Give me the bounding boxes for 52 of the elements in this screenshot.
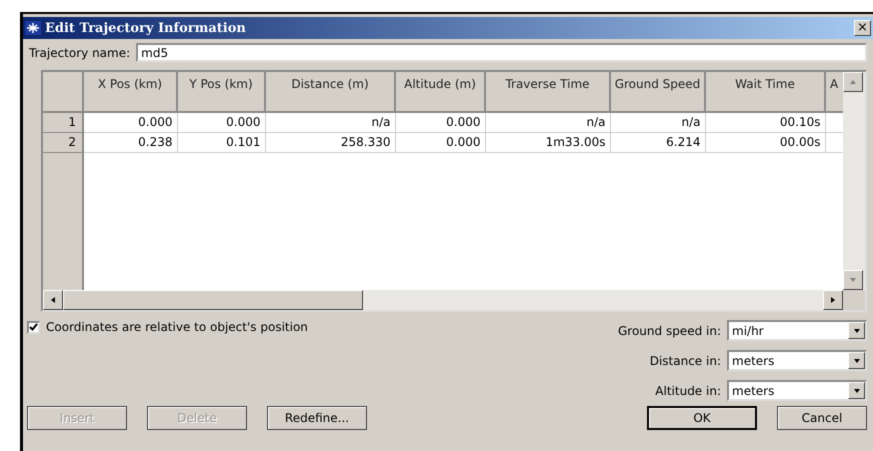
vertical-scrollbar[interactable] [843, 72, 865, 290]
table-cell: 0.101 [177, 132, 265, 152]
close-button[interactable]: × [854, 20, 871, 36]
column-header[interactable]: A [825, 72, 843, 112]
table-cell: 0.000 [395, 132, 485, 152]
unit-dropdown[interactable]: meters [727, 380, 867, 401]
redefine-button[interactable]: Redefine... [267, 406, 367, 430]
horizontal-scrollbar[interactable] [43, 290, 843, 310]
field-label: Trajectory name: [29, 46, 130, 60]
column-header[interactable]: Altitude (m) [395, 72, 485, 112]
checkbox-label: Coordinates are relative to object's position [46, 320, 308, 334]
table-cell: n/a [485, 112, 610, 132]
trajectory-name-field[interactable]: md5 [136, 43, 867, 62]
table-cell: n/a [610, 112, 705, 132]
dropdown-arrow-icon[interactable] [852, 326, 860, 334]
table-cell: 6.214 [610, 132, 705, 152]
scroll-left-icon[interactable] [49, 296, 57, 304]
column-header[interactable]: Distance (m) [265, 72, 395, 112]
scroll-down-icon[interactable] [849, 276, 857, 284]
app-icon [25, 21, 41, 35]
table-cell: 258.330 [265, 132, 395, 152]
column-header[interactable]: Y Pos (km) [177, 72, 265, 112]
table-cell: 00.00s [705, 132, 825, 152]
unit-label: Ground speed in: [618, 324, 721, 338]
scroll-right-icon[interactable] [829, 296, 837, 304]
window-title: Edit Trajectory Information [45, 20, 247, 36]
column-header[interactable]: Ground Speed [610, 72, 705, 112]
table-cell: 0.000 [177, 112, 265, 132]
table-cell: 0.000 [83, 112, 177, 132]
check-icon [29, 323, 38, 331]
scroll-up-icon[interactable] [849, 78, 857, 86]
dropdown-arrow-icon[interactable] [852, 386, 860, 394]
table-cell: 1m33.00s [485, 132, 610, 152]
checkbox[interactable] [27, 320, 40, 334]
column-header[interactable]: X Pos (km) [83, 72, 177, 112]
scrollbar-corner [843, 290, 865, 310]
unit-dropdown[interactable]: meters [727, 350, 867, 371]
table-cell: 0.238 [83, 132, 177, 152]
corner-header [43, 72, 83, 112]
table-cell: 0.000 [395, 112, 485, 132]
column-header[interactable]: Traverse Time [485, 72, 610, 112]
dropdown-arrow-icon[interactable] [852, 356, 860, 364]
column-header[interactable]: Wait Time [705, 72, 825, 112]
unit-dropdown[interactable]: mi/hr [727, 320, 867, 341]
ok-button[interactable]: OK [647, 406, 757, 430]
unit-label: Distance in: [650, 354, 721, 368]
cancel-button[interactable]: Cancel [777, 406, 867, 430]
table-cell: 00.10s [705, 112, 825, 132]
row-header[interactable]: 2 [43, 132, 83, 152]
unit-label: Altitude in: [655, 384, 721, 398]
table-cell: n/a [265, 112, 395, 132]
row-header[interactable]: 1 [43, 112, 83, 132]
